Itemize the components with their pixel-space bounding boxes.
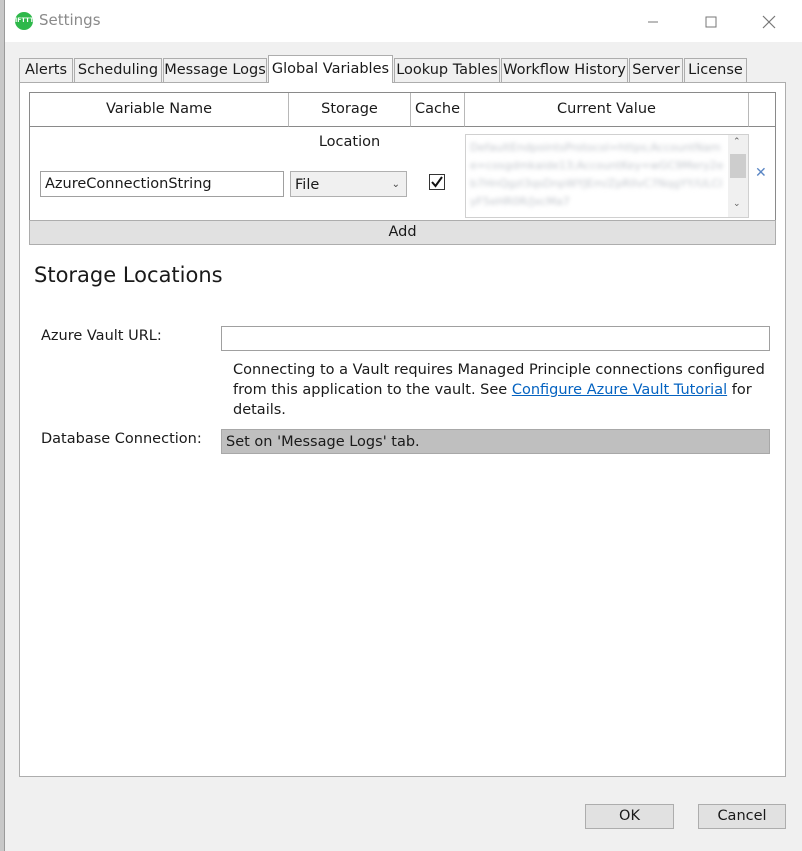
- title-bar: IFTTT Settings: [5, 0, 802, 42]
- tab-server[interactable]: Server: [629, 58, 683, 82]
- storage-location-value: File: [295, 177, 320, 193]
- scroll-up-icon[interactable]: ⌃: [733, 137, 741, 147]
- tab-global-variables[interactable]: Global Variables: [268, 55, 393, 83]
- ok-button[interactable]: OK: [585, 804, 674, 829]
- tab-scheduling[interactable]: Scheduling: [74, 58, 162, 82]
- scroll-thumb[interactable]: [730, 154, 746, 178]
- maximize-icon: [705, 16, 717, 27]
- column-header-current-value[interactable]: Current Value: [465, 93, 749, 127]
- cancel-button[interactable]: Cancel: [698, 804, 786, 829]
- storage-locations-heading: Storage Locations: [34, 263, 223, 287]
- column-header-cache[interactable]: Cache: [411, 93, 465, 127]
- add-variable-button[interactable]: Add: [29, 220, 776, 245]
- current-value-text: DefaultEndpointsProtocol=https;AccountNa…: [470, 141, 724, 208]
- database-connection-field: Set on 'Message Logs' tab.: [221, 429, 770, 454]
- current-value-textarea[interactable]: DefaultEndpointsProtocol=https;AccountNa…: [465, 134, 749, 218]
- tab-workflow-history[interactable]: Workflow History: [501, 58, 628, 82]
- cache-checkbox[interactable]: [429, 174, 445, 190]
- tab-alerts[interactable]: Alerts: [19, 58, 73, 82]
- remove-row-icon[interactable]: ✕: [755, 165, 767, 181]
- vault-info-text: Connecting to a Vault requires Managed P…: [233, 360, 773, 420]
- checkmark-icon: [431, 176, 443, 188]
- azure-vault-url-label: Azure Vault URL:: [41, 328, 162, 344]
- scroll-down-icon[interactable]: ⌄: [733, 199, 741, 209]
- column-header-storage-location[interactable]: Storage Location: [289, 93, 411, 150]
- configure-azure-vault-link[interactable]: Configure Azure Vault Tutorial: [512, 382, 727, 398]
- window-title: Settings: [39, 11, 101, 29]
- value-scrollbar[interactable]: ⌃ ⌄: [728, 135, 748, 217]
- column-header-actions: [749, 93, 775, 127]
- minimize-button[interactable]: [631, 6, 675, 36]
- database-connection-label: Database Connection:: [41, 431, 202, 447]
- tab-license[interactable]: License: [684, 58, 747, 82]
- maximize-button[interactable]: [689, 6, 733, 36]
- variables-grid: Variable Name Storage Location Cache Cur…: [29, 92, 776, 228]
- storage-location-select[interactable]: File ⌄: [290, 171, 407, 197]
- global-variables-panel: Variable Name Storage Location Cache Cur…: [19, 82, 786, 777]
- settings-window: IFTTT Settings Alerts Scheduling Message…: [4, 0, 802, 851]
- minimize-icon: [648, 21, 658, 22]
- variable-name-input[interactable]: AzureConnectionString: [40, 171, 284, 197]
- chevron-down-icon: ⌄: [391, 179, 400, 190]
- tab-lookup-tables[interactable]: Lookup Tables: [394, 58, 500, 82]
- column-header-variable-name[interactable]: Variable Name: [30, 93, 289, 127]
- close-icon: [762, 15, 776, 28]
- app-icon: IFTTT: [15, 12, 34, 30]
- close-button[interactable]: [747, 6, 791, 36]
- azure-vault-url-input[interactable]: [221, 326, 770, 351]
- tab-message-logs[interactable]: Message Logs: [163, 58, 267, 82]
